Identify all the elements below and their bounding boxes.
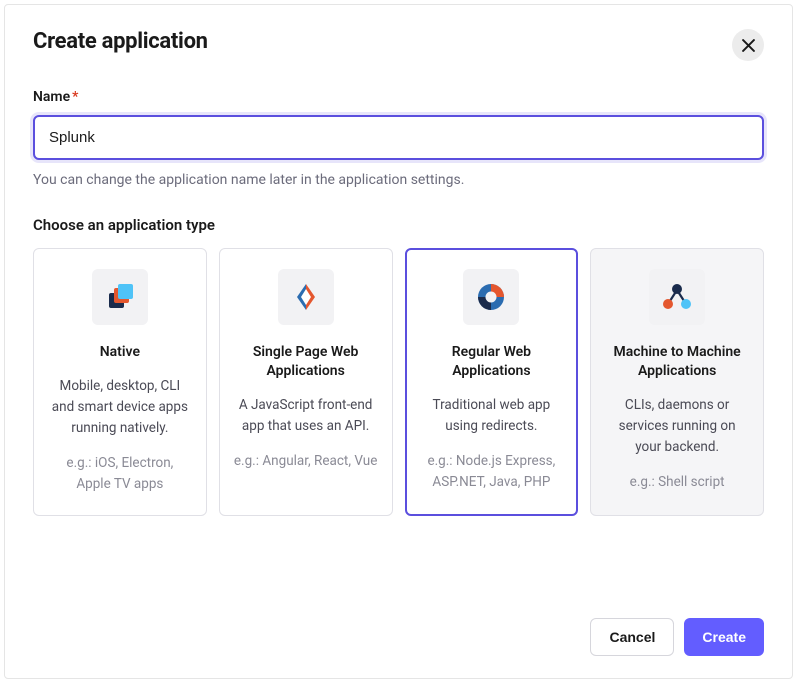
name-label-text: Name <box>33 89 70 105</box>
card-eg: e.g.: Node.js Express, ASP.NET, Java, PH… <box>420 451 564 493</box>
card-title: Single Page Web Applications <box>234 343 378 381</box>
required-asterisk: * <box>72 89 78 105</box>
card-eg: e.g.: Shell script <box>630 472 725 493</box>
regular-web-icon <box>463 269 519 325</box>
type-card-spa[interactable]: Single Page Web Applications A JavaScrip… <box>219 248 393 516</box>
card-desc: A JavaScript front-end app that uses an … <box>234 395 378 437</box>
card-eg: e.g.: Angular, React, Vue <box>234 451 377 472</box>
app-type-label: Choose an application type <box>33 216 764 234</box>
create-button[interactable]: Create <box>684 618 764 656</box>
modal-title: Create application <box>33 29 208 54</box>
spa-icon <box>278 269 334 325</box>
create-application-modal: Create application Name* You can change … <box>4 4 793 679</box>
card-desc: CLIs, daemons or services running on you… <box>605 395 749 458</box>
cancel-button[interactable]: Cancel <box>590 618 674 656</box>
type-card-native[interactable]: Native Mobile, desktop, CLI and smart de… <box>33 248 207 516</box>
native-icon <box>92 269 148 325</box>
close-icon <box>742 39 755 52</box>
type-card-m2m[interactable]: Machine to Machine Applications CLIs, da… <box>590 248 764 516</box>
card-eg: e.g.: iOS, Electron, Apple TV apps <box>48 453 192 495</box>
name-helper-text: You can change the application name late… <box>33 172 764 188</box>
name-label: Name* <box>33 89 764 105</box>
type-card-regular-web[interactable]: Regular Web Applications Traditional web… <box>405 248 579 516</box>
card-desc: Traditional web app using redirects. <box>420 395 564 437</box>
card-title: Machine to Machine Applications <box>605 343 749 381</box>
card-desc: Mobile, desktop, CLI and smart device ap… <box>48 376 192 439</box>
close-button[interactable] <box>732 29 764 61</box>
card-title: Native <box>100 343 140 362</box>
card-title: Regular Web Applications <box>420 343 564 381</box>
m2m-icon <box>649 269 705 325</box>
modal-header: Create application <box>33 29 764 61</box>
modal-footer: Cancel Create <box>590 618 764 656</box>
name-input[interactable] <box>33 115 764 160</box>
app-type-grid: Native Mobile, desktop, CLI and smart de… <box>33 248 764 516</box>
